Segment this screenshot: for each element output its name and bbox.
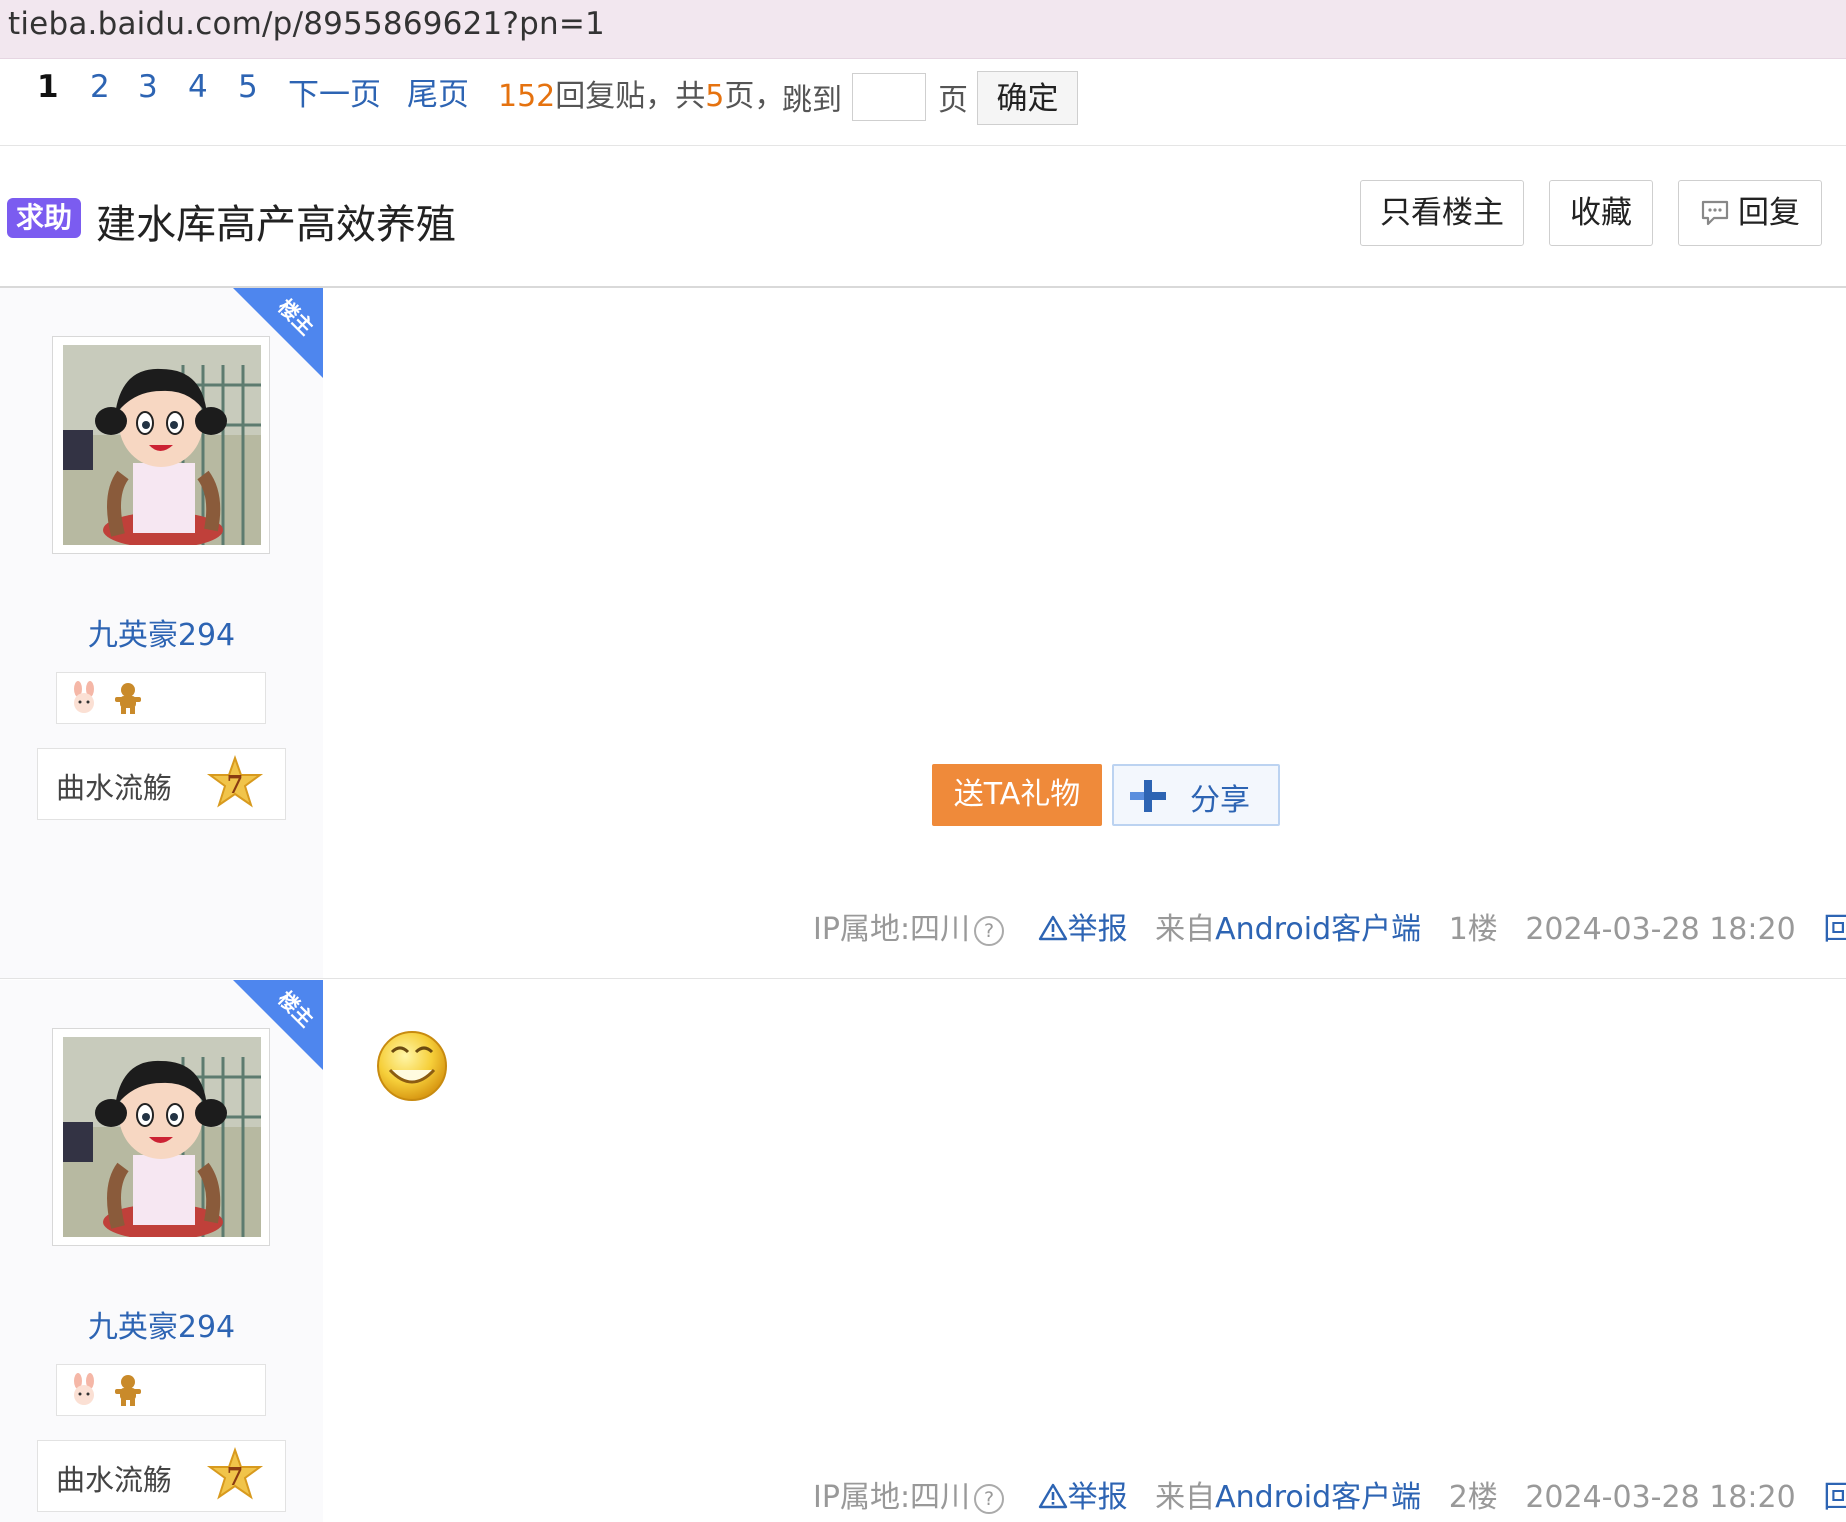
floor-number: 1楼	[1448, 912, 1498, 947]
post-meta: IP属地:四川? 举报 来自Android客户端 2楼 2024-03-28 1…	[813, 1472, 1846, 1516]
post-meta: IP属地:四川? 举报 来自Android客户端 1楼 2024-03-28 1…	[813, 904, 1846, 948]
page-current: 1	[37, 69, 59, 105]
jump-label: 跳到	[782, 83, 842, 118]
url-text[interactable]: tieba.baidu.com/p/8955869621?pn=1	[8, 6, 605, 42]
warning-icon	[1038, 1483, 1067, 1509]
last-page-link[interactable]: 尾页	[407, 69, 469, 114]
author-avatar[interactable]	[52, 336, 270, 554]
level-name: 曲水流觞	[56, 1463, 173, 1497]
author-username[interactable]: 九英豪294	[0, 1302, 323, 1346]
client-link[interactable]: Android客户端	[1215, 912, 1421, 947]
page-suffix: 页，	[724, 79, 785, 114]
post-reply-link[interactable]: 回复	[1823, 912, 1846, 947]
plus-icon	[1130, 780, 1166, 812]
floor-number: 2楼	[1448, 1480, 1498, 1515]
from-prefix: 来自	[1155, 1480, 1216, 1515]
warning-icon	[1038, 915, 1067, 941]
reply-button[interactable]: 回复	[1678, 180, 1822, 246]
level-number: 7	[227, 1462, 244, 1491]
thread-title: 建水库高产高效养殖	[96, 202, 456, 248]
report-link[interactable]: 举报	[1038, 1480, 1128, 1515]
author-sidebar: 楼主 九英豪294 曲水流觞 7	[0, 288, 323, 978]
comment-icon	[1701, 200, 1729, 226]
post-floor-2: 楼主 九英豪294 曲水流觞 7 IP属地:四川 ? 举报 来自Android客…	[0, 980, 1846, 1522]
page-link-2[interactable]: 2	[90, 69, 110, 105]
author-level[interactable]: 曲水流觞 7	[37, 748, 286, 820]
reply-button-label: 回复	[1738, 195, 1800, 231]
share-button[interactable]: 分享	[1112, 764, 1280, 826]
smile-emoji-icon	[377, 1031, 447, 1101]
level-star-icon: 7	[206, 755, 264, 808]
avatar-image	[63, 345, 261, 545]
page-link-4[interactable]: 4	[188, 69, 208, 105]
thread-header: 求助 建水库高产高效养殖 只看楼主 收藏 回复	[0, 146, 1846, 288]
only-op-button[interactable]: 只看楼主	[1360, 180, 1524, 246]
reply-label: 回复贴，共	[555, 79, 706, 114]
author-sidebar: 楼主 九英豪294 曲水流觞 7	[0, 980, 323, 1522]
level-star-icon: 7	[206, 1447, 264, 1500]
ip-location: IP属地:四川	[813, 1480, 971, 1515]
from-prefix: 来自	[1155, 912, 1216, 947]
author-badges	[56, 672, 266, 724]
reply-summary: 152回复贴，共5页，	[498, 71, 784, 115]
post-time: 2024-03-28 18:20	[1525, 912, 1796, 947]
page-unit-label: 页	[938, 83, 968, 118]
next-page-link[interactable]: 下一页	[288, 69, 381, 114]
total-pages: 5	[705, 79, 725, 114]
ip-location: IP属地:四川	[813, 912, 971, 947]
help-question-icon[interactable]: ?	[974, 915, 1005, 946]
page-link-5[interactable]: 5	[238, 69, 258, 105]
author-avatar[interactable]	[52, 1028, 270, 1246]
send-gift-button[interactable]: 送TA礼物	[932, 764, 1102, 826]
avatar-image	[63, 1037, 261, 1237]
post-reply-link[interactable]: 回复	[1823, 1480, 1846, 1515]
report-label: 举报	[1067, 1480, 1128, 1515]
rabbit-badge-icon[interactable]	[67, 681, 101, 715]
author-badges	[56, 1364, 266, 1416]
help-badge: 求助	[7, 198, 82, 238]
post-time: 2024-03-28 18:20	[1525, 1480, 1796, 1515]
share-label: 分享	[1190, 783, 1250, 818]
jump-page-input[interactable]	[852, 73, 926, 121]
favorite-button[interactable]: 收藏	[1549, 180, 1653, 246]
help-question-icon[interactable]: ?	[974, 1483, 1005, 1514]
report-link[interactable]: 举报	[1038, 912, 1128, 947]
author-level[interactable]: 曲水流觞 7	[37, 1440, 286, 1512]
post-floor-1: 楼主 九英豪294 曲水流觞 7 送TA礼物 分享 IP属地:四川 ? 举报 来…	[0, 288, 1846, 979]
report-label: 举报	[1067, 912, 1128, 947]
level-number: 7	[227, 770, 244, 799]
pagination-bar: 1 2 3 4 5 下一页 尾页 152回复贴，共5页， 跳到 页 确定	[0, 59, 1846, 146]
jump-confirm-button[interactable]: 确定	[977, 71, 1078, 125]
level-name: 曲水流觞	[56, 771, 173, 805]
reply-count: 152	[498, 79, 556, 114]
gingerbread-badge-icon[interactable]	[113, 681, 143, 715]
browser-url-bar[interactable]: tieba.baidu.com/p/8955869621?pn=1	[0, 0, 1846, 59]
rabbit-badge-icon[interactable]	[67, 1373, 101, 1407]
page-link-3[interactable]: 3	[138, 69, 158, 105]
author-username[interactable]: 九英豪294	[0, 610, 323, 654]
gingerbread-badge-icon[interactable]	[113, 1373, 143, 1407]
client-link[interactable]: Android客户端	[1215, 1480, 1421, 1515]
